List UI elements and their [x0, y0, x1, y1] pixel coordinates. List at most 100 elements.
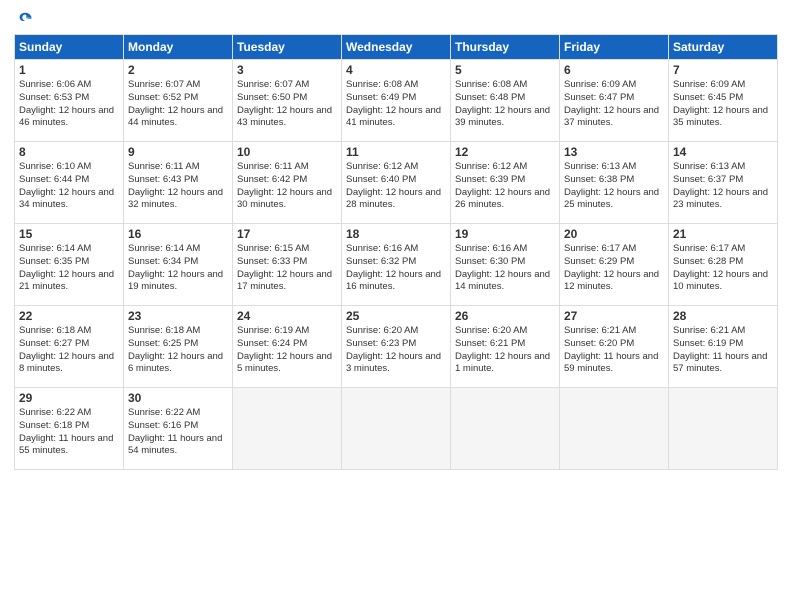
daylight-text: Daylight: 12 hours and 16 minutes. — [346, 269, 446, 295]
sunrise-text: Sunrise: 6:16 AM — [455, 243, 555, 256]
day-number: 3 — [237, 63, 337, 77]
sunset-text: Sunset: 6:18 PM — [19, 420, 119, 433]
calendar-cell: 21Sunrise: 6:17 AMSunset: 6:28 PMDayligh… — [669, 224, 778, 306]
sunset-text: Sunset: 6:43 PM — [128, 174, 228, 187]
daylight-text: Daylight: 12 hours and 3 minutes. — [346, 351, 446, 377]
daylight-text: Daylight: 12 hours and 34 minutes. — [19, 187, 119, 213]
calendar-cell: 23Sunrise: 6:18 AMSunset: 6:25 PMDayligh… — [124, 306, 233, 388]
calendar-cell: 9Sunrise: 6:11 AMSunset: 6:43 PMDaylight… — [124, 142, 233, 224]
daylight-text: Daylight: 12 hours and 6 minutes. — [128, 351, 228, 377]
sunrise-text: Sunrise: 6:21 AM — [673, 325, 773, 338]
sunrise-text: Sunrise: 6:09 AM — [673, 79, 773, 92]
day-number: 28 — [673, 309, 773, 323]
calendar-page: SundayMondayTuesdayWednesdayThursdayFrid… — [0, 0, 792, 612]
sunset-text: Sunset: 6:47 PM — [564, 92, 664, 105]
col-header-wednesday: Wednesday — [342, 35, 451, 60]
daylight-text: Daylight: 12 hours and 19 minutes. — [128, 269, 228, 295]
sunrise-text: Sunrise: 6:18 AM — [19, 325, 119, 338]
calendar-cell: 20Sunrise: 6:17 AMSunset: 6:29 PMDayligh… — [560, 224, 669, 306]
day-number: 29 — [19, 391, 119, 405]
day-number: 10 — [237, 145, 337, 159]
day-number: 13 — [564, 145, 664, 159]
calendar-cell: 8 Sunrise: 6:10 AMSunset: 6:44 PMDaylight… — [15, 142, 124, 224]
day-number: 30 — [128, 391, 228, 405]
day-number: 8 — [19, 145, 119, 159]
sunset-text: Sunset: 6:35 PM — [19, 256, 119, 269]
calendar-cell: 11Sunrise: 6:12 AMSunset: 6:40 PMDayligh… — [342, 142, 451, 224]
calendar-cell: 13Sunrise: 6:13 AMSunset: 6:38 PMDayligh… — [560, 142, 669, 224]
calendar-cell — [342, 388, 451, 470]
day-number: 14 — [673, 145, 773, 159]
calendar-cell — [451, 388, 560, 470]
calendar-cell: 7Sunrise: 6:09 AMSunset: 6:45 PMDaylight… — [669, 60, 778, 142]
daylight-text: Daylight: 12 hours and 14 minutes. — [455, 269, 555, 295]
day-number: 17 — [237, 227, 337, 241]
sunrise-text: Sunrise: 6:20 AM — [455, 325, 555, 338]
sunset-text: Sunset: 6:33 PM — [237, 256, 337, 269]
daylight-text: Daylight: 11 hours and 55 minutes. — [19, 433, 119, 459]
sunset-text: Sunset: 6:32 PM — [346, 256, 446, 269]
daylight-text: Daylight: 12 hours and 37 minutes. — [564, 105, 664, 131]
calendar-cell: 18Sunrise: 6:16 AMSunset: 6:32 PMDayligh… — [342, 224, 451, 306]
sunset-text: Sunset: 6:44 PM — [19, 174, 119, 187]
day-number: 18 — [346, 227, 446, 241]
sunset-text: Sunset: 6:29 PM — [564, 256, 664, 269]
sunset-text: Sunset: 6:52 PM — [128, 92, 228, 105]
day-number: 24 — [237, 309, 337, 323]
calendar-cell: 1Sunrise: 6:06 AMSunset: 6:53 PMDaylight… — [15, 60, 124, 142]
sunset-text: Sunset: 6:48 PM — [455, 92, 555, 105]
sunrise-text: Sunrise: 6:22 AM — [128, 407, 228, 420]
daylight-text: Daylight: 12 hours and 10 minutes. — [673, 269, 773, 295]
sunset-text: Sunset: 6:23 PM — [346, 338, 446, 351]
col-header-tuesday: Tuesday — [233, 35, 342, 60]
day-number: 9 — [128, 145, 228, 159]
calendar-cell: 5Sunrise: 6:08 AMSunset: 6:48 PMDaylight… — [451, 60, 560, 142]
sunrise-text: Sunrise: 6:14 AM — [19, 243, 119, 256]
daylight-text: Daylight: 12 hours and 46 minutes. — [19, 105, 119, 131]
sunrise-text: Sunrise: 6:10 AM — [19, 161, 119, 174]
sunrise-text: Sunrise: 6:18 AM — [128, 325, 228, 338]
day-number: 20 — [564, 227, 664, 241]
calendar-cell: 29 Sunrise: 6:22 AMSunset: 6:18 PMDayligh… — [15, 388, 124, 470]
sunset-text: Sunset: 6:16 PM — [128, 420, 228, 433]
sunset-text: Sunset: 6:34 PM — [128, 256, 228, 269]
sunset-text: Sunset: 6:19 PM — [673, 338, 773, 351]
daylight-text: Daylight: 12 hours and 17 minutes. — [237, 269, 337, 295]
sunset-text: Sunset: 6:21 PM — [455, 338, 555, 351]
calendar-cell: 2Sunrise: 6:07 AMSunset: 6:52 PMDaylight… — [124, 60, 233, 142]
calendar-cell: 10Sunrise: 6:11 AMSunset: 6:42 PMDayligh… — [233, 142, 342, 224]
sunset-text: Sunset: 6:37 PM — [673, 174, 773, 187]
calendar-week-row: 22Sunrise: 6:18 AMSunset: 6:27 PMDayligh… — [15, 306, 778, 388]
day-number: 7 — [673, 63, 773, 77]
sunrise-text: Sunrise: 6:20 AM — [346, 325, 446, 338]
daylight-text: Daylight: 12 hours and 8 minutes. — [19, 351, 119, 377]
header — [14, 10, 778, 28]
day-number: 6 — [564, 63, 664, 77]
daylight-text: Daylight: 11 hours and 54 minutes. — [128, 433, 228, 459]
sunrise-text: Sunrise: 6:08 AM — [346, 79, 446, 92]
col-header-thursday: Thursday — [451, 35, 560, 60]
daylight-text: Daylight: 12 hours and 39 minutes. — [455, 105, 555, 131]
daylight-text: Daylight: 11 hours and 57 minutes. — [673, 351, 773, 377]
calendar-cell: 30 Sunrise: 6:22 AMSunset: 6:16 PMDayligh… — [124, 388, 233, 470]
logo — [14, 10, 34, 28]
calendar-cell: 26Sunrise: 6:20 AMSunset: 6:21 PMDayligh… — [451, 306, 560, 388]
sunrise-text: Sunrise: 6:22 AM — [19, 407, 119, 420]
sunset-text: Sunset: 6:40 PM — [346, 174, 446, 187]
calendar-cell: 15 Sunrise: 6:14 AMSunset: 6:35 PMDayligh… — [15, 224, 124, 306]
daylight-text: Daylight: 12 hours and 21 minutes. — [19, 269, 119, 295]
calendar-cell: 4Sunrise: 6:08 AMSunset: 6:49 PMDaylight… — [342, 60, 451, 142]
sunset-text: Sunset: 6:45 PM — [673, 92, 773, 105]
calendar-cell: 14Sunrise: 6:13 AMSunset: 6:37 PMDayligh… — [669, 142, 778, 224]
calendar-table: SundayMondayTuesdayWednesdayThursdayFrid… — [14, 34, 778, 470]
sunset-text: Sunset: 6:50 PM — [237, 92, 337, 105]
day-number: 25 — [346, 309, 446, 323]
calendar-cell: 19Sunrise: 6:16 AMSunset: 6:30 PMDayligh… — [451, 224, 560, 306]
daylight-text: Daylight: 12 hours and 32 minutes. — [128, 187, 228, 213]
daylight-text: Daylight: 12 hours and 1 minute. — [455, 351, 555, 377]
sunset-text: Sunset: 6:28 PM — [673, 256, 773, 269]
calendar-cell: 17Sunrise: 6:15 AMSunset: 6:33 PMDayligh… — [233, 224, 342, 306]
calendar-cell — [560, 388, 669, 470]
day-number: 15 — [19, 227, 119, 241]
calendar-cell: 24Sunrise: 6:19 AMSunset: 6:24 PMDayligh… — [233, 306, 342, 388]
